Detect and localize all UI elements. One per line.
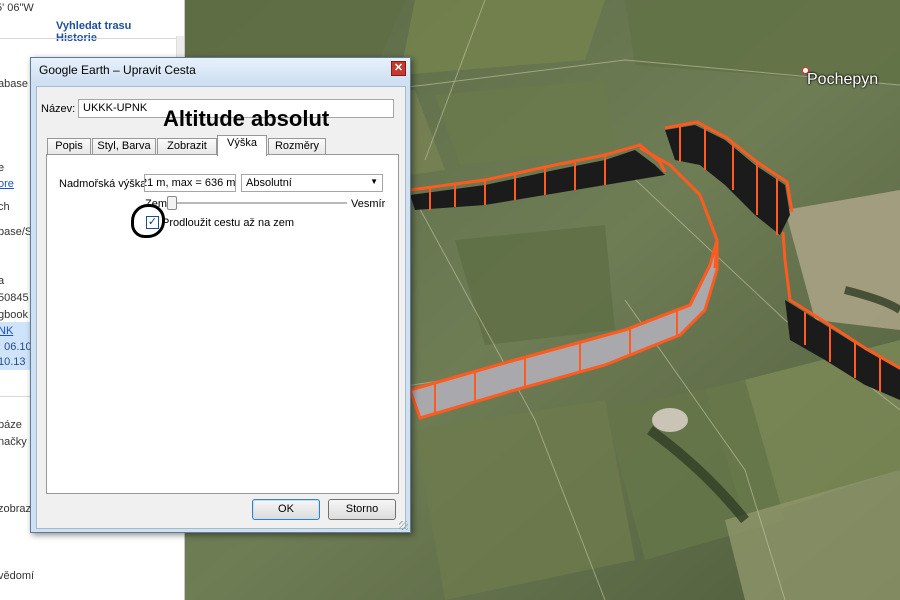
tab-styl-barva[interactable]: Styl, Barva: [92, 138, 156, 155]
divider: [0, 38, 184, 39]
altitude-mode-value: Absolutní: [246, 177, 292, 189]
sidebar-text: gbook: [0, 309, 28, 321]
sidebar-text: 50845: [0, 292, 29, 304]
altitude-slider-track[interactable]: [171, 202, 347, 204]
coordinate-readout: 5' 06"W: [0, 2, 34, 14]
slider-max-label: Vesmír: [351, 198, 386, 210]
sidebar-text: base/S: [0, 226, 33, 238]
tab-rozmery[interactable]: Rozměry: [268, 138, 326, 155]
overlay-annotation-title: Altitude absolut: [163, 106, 330, 131]
dialog-title: Google Earth – Upravit Cesta: [39, 63, 196, 77]
tab-vyska[interactable]: Výška: [217, 135, 267, 156]
tab-popis[interactable]: Popis: [47, 138, 91, 155]
altitude-slider-thumb[interactable]: [167, 196, 177, 210]
tab-panel-vyska: [46, 154, 399, 494]
sidebar-item-link[interactable]: NK: [0, 325, 13, 337]
resize-grip-icon[interactable]: [399, 521, 408, 530]
edit-path-dialog: Google Earth – Upravit Cesta ✕ Název: UK…: [30, 57, 411, 533]
tab-zobrazit[interactable]: Zobrazit: [157, 138, 217, 155]
chevron-down-icon: ▼: [370, 177, 378, 186]
sidebar-text: vědomí: [0, 570, 35, 582]
hand-drawn-circle-annotation: [131, 204, 165, 238]
sidebar-text: e: [0, 162, 4, 174]
cancel-button[interactable]: Storno: [328, 499, 396, 520]
sidebar-link[interactable]: ore: [0, 178, 14, 190]
sidebar-text: a: [0, 275, 4, 287]
route-search-link[interactable]: Vyhledat trasu: [56, 20, 131, 32]
altitude-label: Nadmořská výška:: [59, 178, 150, 190]
sidebar-text: zobraz: [0, 503, 32, 515]
ok-button[interactable]: OK: [252, 499, 320, 520]
name-label: Název:: [41, 103, 76, 115]
sidebar-item-date: : 06.10: [0, 341, 32, 353]
dialog-titlebar[interactable]: Google Earth – Upravit Cesta ✕: [31, 58, 410, 82]
sidebar-text: ch: [0, 201, 10, 213]
sidebar-text: načky: [0, 436, 27, 448]
close-icon[interactable]: ✕: [391, 61, 406, 76]
sidebar-text: abase: [0, 78, 28, 90]
sidebar-text: báze: [0, 419, 22, 431]
sidebar-links: Vyhledat trasu Historie: [56, 20, 184, 44]
altitude-mode-select[interactable]: Absolutní ▼: [241, 174, 383, 192]
extend-to-ground-label[interactable]: Prodloužit cestu až na zem: [162, 217, 294, 229]
sidebar-item-date: 10.13: [0, 356, 26, 368]
place-label[interactable]: Pochepyn: [807, 71, 878, 89]
altitude-value-field[interactable]: 21 m, max = 636 m): [144, 174, 236, 192]
